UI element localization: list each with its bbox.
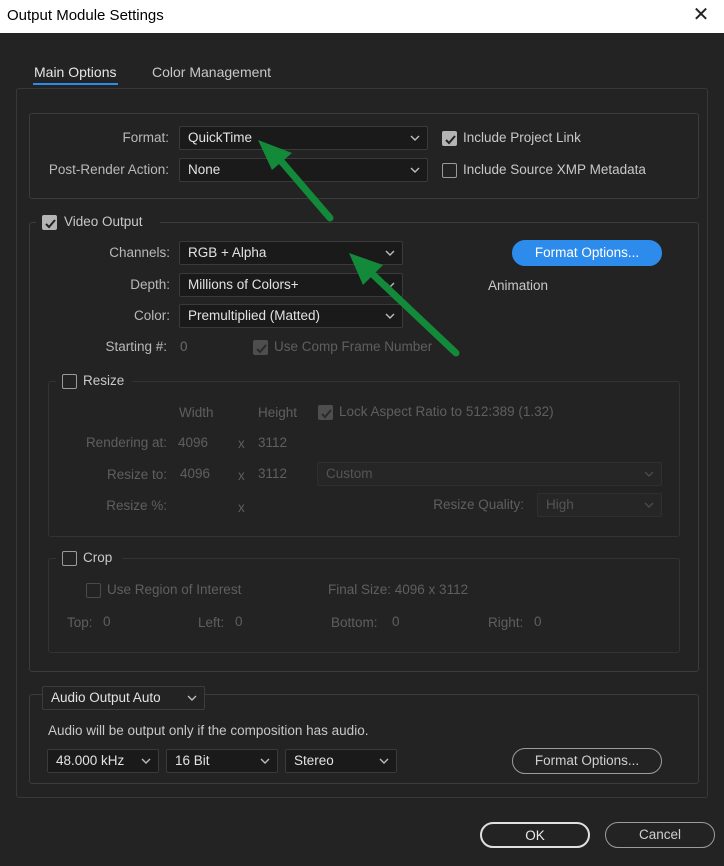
crop-bottom-label: Bottom: bbox=[331, 615, 378, 630]
resize-quality-dropdown: High bbox=[537, 493, 662, 517]
post-render-dropdown[interactable]: None bbox=[179, 158, 428, 182]
depth-label: Depth: bbox=[130, 277, 170, 292]
use-comp-frame-checkbox bbox=[253, 340, 268, 355]
checkmark-icon bbox=[45, 219, 56, 229]
resize-x: x bbox=[238, 468, 245, 483]
channels-value: RGB + Alpha bbox=[188, 245, 267, 260]
resize-quality-value: High bbox=[546, 497, 574, 512]
lock-aspect-label: Lock Aspect Ratio to 512:389 (1.32) bbox=[339, 404, 554, 419]
resize-width: 4096 bbox=[180, 466, 211, 481]
tab-main-options[interactable]: Main Options bbox=[34, 64, 116, 80]
video-codec-label: Animation bbox=[488, 278, 549, 293]
rendering-width: 4096 bbox=[178, 435, 209, 450]
audio-output-dropdown[interactable]: Audio Output Auto bbox=[42, 686, 205, 710]
depth-value: Millions of Colors+ bbox=[188, 277, 299, 292]
starting-number-value: 0 bbox=[180, 339, 188, 354]
resize-quality-label: Resize Quality: bbox=[433, 497, 524, 512]
video-format-options-button[interactable]: Format Options... bbox=[512, 240, 662, 266]
crop-top-label: Top: bbox=[67, 615, 93, 630]
width-header: Width bbox=[179, 405, 214, 420]
resize-preset-dropdown: Custom bbox=[317, 462, 662, 486]
chevron-down-icon bbox=[379, 758, 389, 764]
checkmark-icon bbox=[256, 344, 267, 354]
ok-button[interactable]: OK bbox=[480, 822, 590, 848]
resize-pct-x: x bbox=[238, 500, 245, 515]
resize-checkbox[interactable] bbox=[62, 374, 77, 389]
audio-output-value: Audio Output Auto bbox=[51, 690, 161, 705]
starting-number-label: Starting #: bbox=[105, 339, 167, 354]
window-title: Output Module Settings bbox=[7, 7, 164, 24]
active-tab-indicator bbox=[33, 83, 118, 85]
checkmark-icon bbox=[445, 135, 456, 145]
close-icon[interactable]: ✕ bbox=[678, 0, 724, 33]
audio-bits-dropdown[interactable]: 16 Bit bbox=[166, 749, 278, 773]
audio-bits-value: 16 Bit bbox=[175, 753, 210, 768]
crop-right-value: 0 bbox=[534, 614, 542, 629]
resize-label: Resize bbox=[83, 373, 125, 388]
crop-label: Crop bbox=[83, 550, 113, 565]
video-output-checkbox[interactable] bbox=[42, 215, 57, 230]
crop-left-value: 0 bbox=[235, 614, 243, 629]
chevron-down-icon bbox=[141, 758, 151, 764]
height-header: Height bbox=[258, 405, 298, 420]
format-label: Format: bbox=[122, 130, 169, 145]
audio-channels-value: Stereo bbox=[294, 753, 334, 768]
audio-channels-dropdown[interactable]: Stereo bbox=[285, 749, 397, 773]
tab-color-management[interactable]: Color Management bbox=[152, 64, 271, 80]
final-size-label: Final Size: 4096 x 3112 bbox=[328, 582, 469, 597]
chevron-down-icon bbox=[644, 471, 654, 477]
audio-note: Audio will be output only if the composi… bbox=[48, 723, 369, 738]
crop-checkbox[interactable] bbox=[62, 551, 77, 566]
crop-bottom-value: 0 bbox=[392, 614, 400, 629]
color-dropdown[interactable]: Premultiplied (Matted) bbox=[179, 304, 403, 328]
use-roi-label: Use Region of Interest bbox=[107, 582, 242, 597]
chevron-down-icon bbox=[644, 502, 654, 508]
chevron-down-icon bbox=[385, 313, 395, 319]
audio-format-options-button[interactable]: Format Options... bbox=[512, 748, 662, 774]
audio-rate-dropdown[interactable]: 48.000 kHz bbox=[47, 749, 159, 773]
chevron-down-icon bbox=[385, 250, 395, 256]
use-comp-frame-label: Use Comp Frame Number bbox=[274, 339, 433, 354]
crop-right-label: Right: bbox=[488, 615, 524, 630]
include-project-link-label: Include Project Link bbox=[463, 130, 581, 145]
include-xmp-checkbox[interactable] bbox=[442, 163, 457, 178]
rendering-at-label: Rendering at: bbox=[85, 435, 167, 450]
chevron-down-icon bbox=[260, 758, 270, 764]
format-value: QuickTime bbox=[188, 130, 253, 145]
crop-panel bbox=[48, 558, 680, 653]
checkmark-icon bbox=[321, 409, 332, 419]
lock-aspect-checkbox bbox=[318, 405, 333, 420]
include-xmp-label: Include Source XMP Metadata bbox=[463, 162, 646, 177]
chevron-down-icon bbox=[410, 167, 420, 173]
post-render-label: Post-Render Action: bbox=[48, 162, 169, 177]
post-render-value: None bbox=[188, 162, 221, 177]
format-dropdown[interactable]: QuickTime bbox=[179, 126, 428, 150]
crop-top-value: 0 bbox=[103, 614, 111, 629]
crop-left-label: Left: bbox=[198, 615, 225, 630]
video-output-label: Video Output bbox=[64, 214, 143, 229]
chevron-down-icon bbox=[385, 282, 395, 288]
color-label: Color: bbox=[133, 308, 170, 323]
resize-height: 3112 bbox=[258, 466, 288, 481]
chevron-down-icon bbox=[187, 695, 197, 701]
resize-preset-value: Custom bbox=[326, 466, 373, 481]
use-roi-checkbox bbox=[86, 583, 101, 598]
include-project-link-checkbox[interactable] bbox=[442, 131, 457, 146]
rendering-x: x bbox=[238, 436, 245, 451]
channels-dropdown[interactable]: RGB + Alpha bbox=[179, 241, 403, 265]
channels-label: Channels: bbox=[109, 245, 170, 260]
rendering-height: 3112 bbox=[258, 435, 288, 450]
title-bar: Output Module Settings ✕ bbox=[0, 0, 724, 33]
depth-dropdown[interactable]: Millions of Colors+ bbox=[179, 273, 403, 297]
audio-rate-value: 48.000 kHz bbox=[56, 753, 125, 768]
cancel-button[interactable]: Cancel bbox=[605, 822, 715, 848]
color-value: Premultiplied (Matted) bbox=[188, 308, 321, 323]
chevron-down-icon bbox=[410, 135, 420, 141]
resize-to-label: Resize to: bbox=[106, 467, 167, 482]
resize-pct-label: Resize %: bbox=[106, 498, 167, 513]
